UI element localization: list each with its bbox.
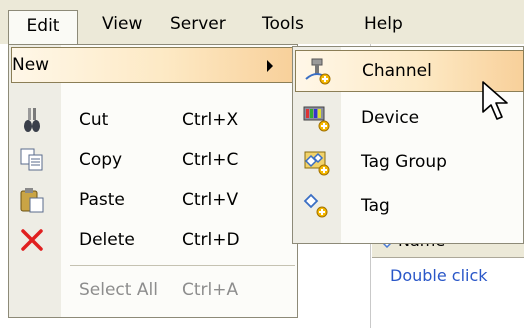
tag-icon (303, 193, 328, 218)
menu-separator (70, 265, 295, 266)
menu-item-cut-label: Cut (79, 110, 109, 130)
menu-edit-label: Edit (26, 16, 60, 36)
menu-item-delete[interactable]: Delete Ctrl+D (9, 220, 297, 260)
menu-item-new[interactable]: New (11, 47, 295, 83)
menu-item-delete-label: Delete (79, 230, 135, 250)
menu-item-new-label: New (12, 55, 50, 75)
menu-item-copy[interactable]: Copy Ctrl+C (9, 140, 297, 180)
menu-item-delete-shortcut: Ctrl+D (182, 230, 240, 250)
delete-x-icon (21, 229, 43, 251)
double-click-hint[interactable]: Double click (390, 266, 488, 285)
submenu-item-device-label: Device (361, 108, 420, 128)
menu-item-paste[interactable]: Paste Ctrl+V (9, 180, 297, 220)
submenu-item-tag[interactable]: Tag (293, 184, 523, 228)
menu-item-copy-label: Copy (79, 150, 123, 170)
scissors-icon (24, 108, 40, 132)
device-icon (303, 106, 330, 132)
channel-icon (305, 58, 331, 85)
menu-help[interactable]: Help (364, 10, 403, 38)
menu-bar: Edit View Server Tools Help (0, 0, 524, 44)
tag-group-icon (304, 151, 330, 176)
paste-icon (20, 188, 44, 213)
submenu-arrow-icon (267, 60, 273, 72)
menu-view[interactable]: View (102, 10, 142, 38)
menu-item-cut[interactable]: Cut Ctrl+X (9, 100, 297, 140)
menu-item-select-all[interactable]: Select All Ctrl+A (9, 270, 297, 310)
submenu-item-tag-group[interactable]: Tag Group (293, 140, 523, 184)
submenu-item-channel-label: Channel (362, 61, 432, 81)
menu-item-copy-shortcut: Ctrl+C (182, 150, 239, 170)
menu-item-select-all-shortcut: Ctrl+A (182, 280, 239, 300)
menu-server[interactable]: Server (170, 10, 226, 38)
submenu-item-tag-group-label: Tag Group (361, 152, 447, 172)
menu-item-cut-shortcut: Ctrl+X (182, 110, 239, 130)
menu-item-paste-shortcut: Ctrl+V (182, 190, 239, 210)
menu-item-select-all-label: Select All (79, 280, 158, 300)
mouse-cursor-icon (482, 81, 508, 120)
menu-item-paste-label: Paste (79, 190, 125, 210)
submenu-item-tag-label: Tag (361, 196, 390, 216)
copy-icon (20, 148, 43, 171)
menu-edit[interactable]: Edit (8, 10, 78, 44)
menu-tools[interactable]: Tools (262, 10, 304, 38)
